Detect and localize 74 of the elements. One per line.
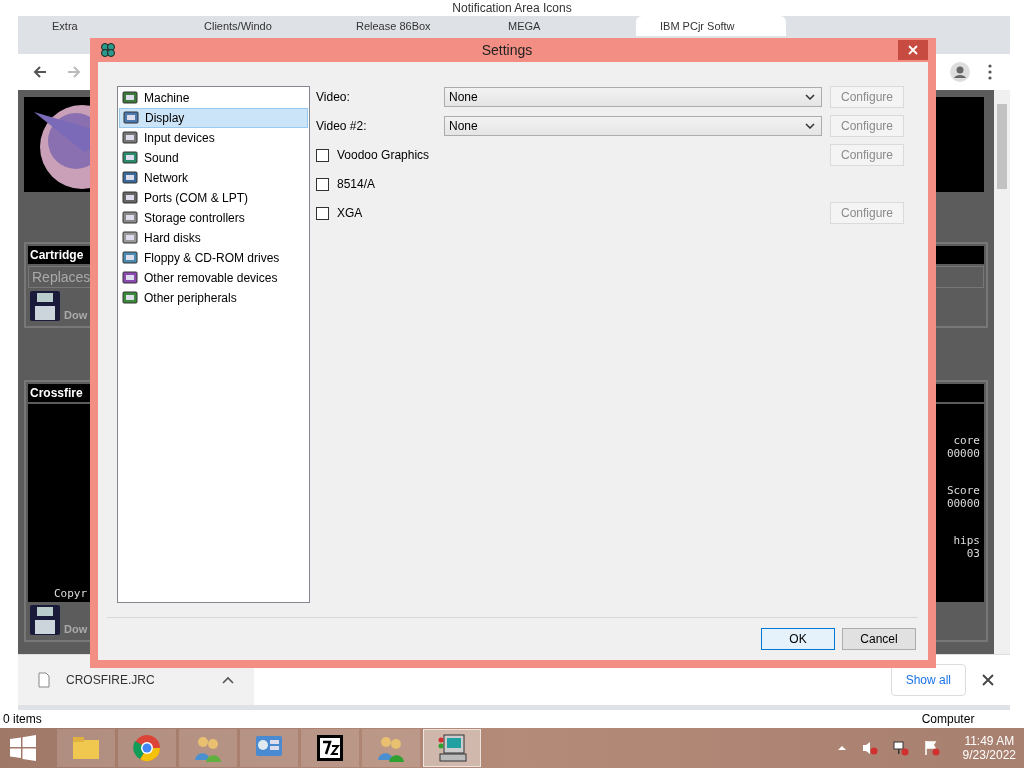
network-icon[interactable] <box>892 740 909 756</box>
caret-icon[interactable] <box>222 676 234 684</box>
window-title: Notification Area Icons <box>451 0 573 15</box>
file-icon <box>38 672 50 688</box>
chevron-icon <box>805 94 815 100</box>
floppy-icon[interactable] <box>30 605 60 635</box>
game-text: 03 <box>966 547 980 560</box>
video-dropdown[interactable]: None <box>444 87 822 107</box>
game-text: Score <box>946 484 980 497</box>
avatar-icon[interactable] <box>950 62 970 82</box>
close-icon <box>908 45 918 55</box>
category-item[interactable]: Other peripherals <box>119 288 308 308</box>
checkbox-label: XGA <box>337 206 363 220</box>
dialog-button[interactable]: OK <box>761 628 835 650</box>
show-all-button[interactable]: Show all <box>890 664 966 696</box>
device-icon <box>122 270 138 286</box>
location-text: Computer <box>921 712 975 726</box>
category-item[interactable]: Display <box>119 108 308 128</box>
close-button[interactable] <box>898 40 928 60</box>
device-icon <box>122 130 138 146</box>
game-text: 00000 <box>946 447 980 460</box>
device-icon <box>122 230 138 246</box>
game-text: hips <box>953 534 980 547</box>
device-icon <box>123 110 139 126</box>
video-dropdown[interactable]: None <box>444 116 822 136</box>
browser-tab[interactable]: Clients/Windo <box>180 16 330 36</box>
device-icon <box>122 210 138 226</box>
checkbox[interactable] <box>316 206 329 220</box>
archive-icon <box>314 732 346 764</box>
category-item[interactable]: Hard disks <box>119 228 308 248</box>
game-text: 00000 <box>946 497 980 510</box>
category-item[interactable]: Input devices <box>119 128 308 148</box>
checkbox[interactable] <box>316 148 329 162</box>
dialog-button[interactable]: Cancel <box>842 628 916 650</box>
app-icon <box>100 42 116 58</box>
chevron-icon <box>805 123 815 129</box>
category-item[interactable]: Other removable devices <box>119 268 308 288</box>
browser-tab[interactable]: Extra <box>28 16 178 36</box>
device-icon <box>122 150 138 166</box>
browser-tab[interactable]: Release 86Box <box>332 16 482 36</box>
circle-logo-icon <box>131 732 163 764</box>
category-item[interactable]: Network <box>119 168 308 188</box>
floppy-icon[interactable] <box>30 291 60 321</box>
caret-icon[interactable] <box>836 745 847 751</box>
checkbox-label: Voodoo Graphics <box>337 148 430 162</box>
device-icon <box>122 250 138 266</box>
game-text: core <box>953 434 980 447</box>
menu-icon[interactable] <box>988 64 992 80</box>
category-item[interactable]: Machine <box>119 88 308 108</box>
checkbox[interactable] <box>316 177 329 191</box>
field-label: Video: <box>316 90 351 104</box>
dialog-title: Settings <box>480 42 534 58</box>
field-label: Video #2: <box>316 119 368 133</box>
status-text: 0 items <box>2 712 42 726</box>
game-text: Copyr <box>54 587 88 600</box>
taskbar-button[interactable] <box>301 729 359 767</box>
clock[interactable]: 11:49 AM 9/23/2022 <box>962 734 1016 762</box>
checkbox-label: 8514/A <box>337 177 376 191</box>
browser-tab[interactable]: MEGA <box>484 16 634 36</box>
device-icon <box>122 170 138 186</box>
back-icon[interactable] <box>32 64 48 80</box>
flag-icon[interactable] <box>923 740 940 756</box>
scrollbar[interactable] <box>994 90 1010 654</box>
windows-icon[interactable] <box>10 735 36 761</box>
device-icon <box>122 290 138 306</box>
browser-tab[interactable]: IBM PCjr Softw <box>636 16 786 36</box>
category-item[interactable]: Storage controllers <box>119 208 308 228</box>
category-item[interactable]: Ports (COM & LPT) <box>119 188 308 208</box>
device-icon <box>122 190 138 206</box>
speaker-muted-icon[interactable] <box>861 740 878 756</box>
device-icon <box>122 90 138 106</box>
computer-icon <box>436 732 468 764</box>
category-item[interactable]: Sound <box>119 148 308 168</box>
close-icon[interactable] <box>982 674 994 686</box>
